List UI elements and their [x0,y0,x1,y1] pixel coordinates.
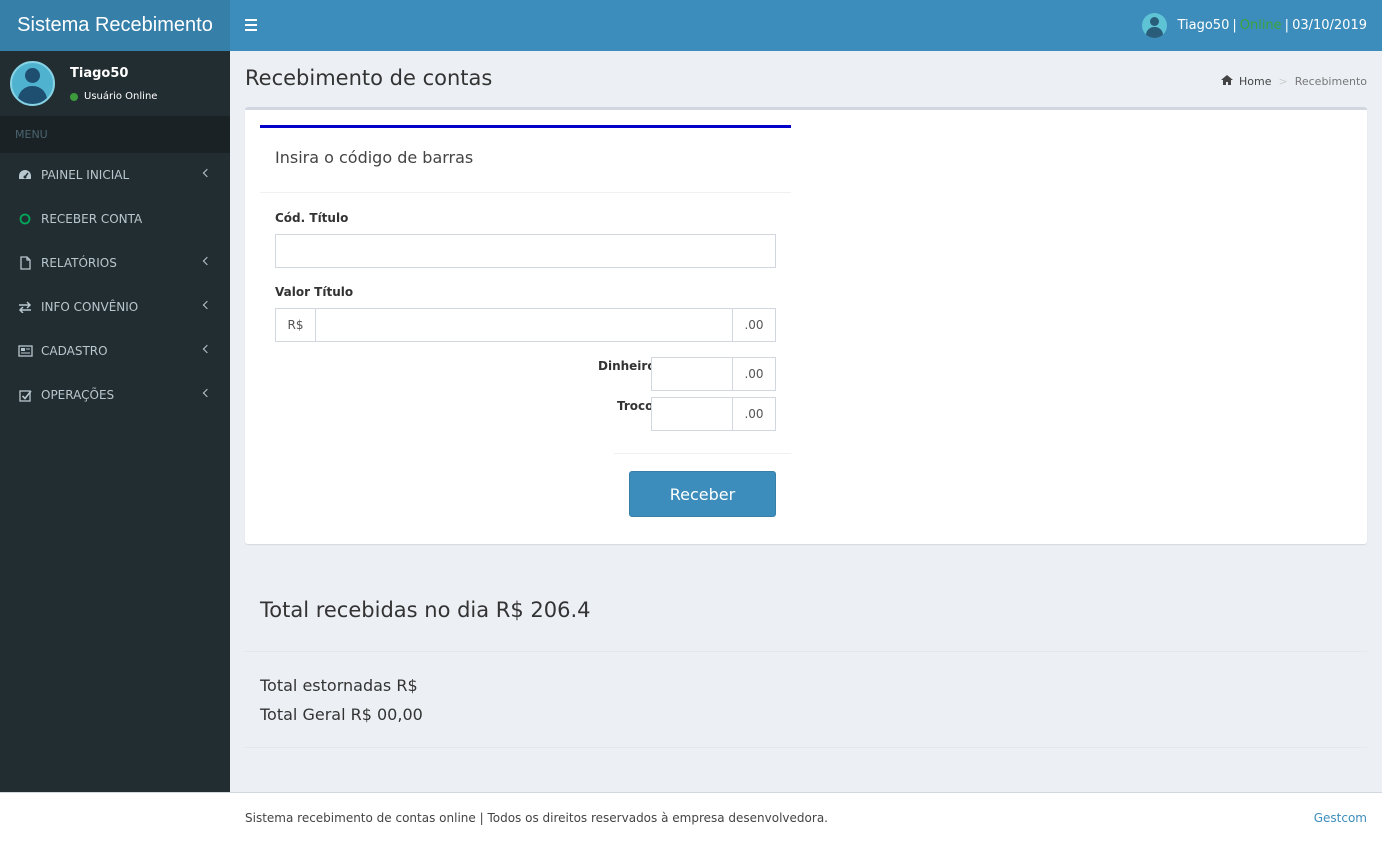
header-date: 03/10/2019 [1292,18,1367,33]
home-icon [1221,75,1234,88]
total-geral: Total Geral R$ 00,00 [260,705,423,724]
troco-input[interactable] [651,397,733,431]
page-title: Recebimento de contas [245,66,493,90]
valor-titulo-label: Valor Título [275,285,354,299]
sidebar-user-name: Tiago50 [70,66,129,81]
troco-cents-addon: .00 [732,397,776,431]
breadcrumb-separator: > [1278,75,1288,88]
footer-gestcom-link[interactable]: Gestcom [1314,811,1367,825]
header-online-status: Online [1239,18,1282,33]
breadcrumb: Home > Recebimento [1221,75,1367,88]
sidebar-item-label: PAINEL INICIAL [41,168,130,182]
menu-header: MENU [0,116,230,153]
sidebar-item-painel-inicial[interactable]: PAINEL INICIAL [0,153,230,197]
user-avatar [10,61,55,106]
sidebar: Tiago50 Usuário Online MENU PAINEL INICI… [0,51,230,792]
cents-addon: .00 [732,308,776,342]
sidebar-item-label: OPERAÇÕES [41,388,115,402]
form-divider [614,453,791,454]
sidebar-item-relatorios[interactable]: RELATÓRIOS [0,241,230,285]
sidebar-item-receber-conta[interactable]: RECEBER CONTA [0,197,230,241]
troco-label: Troco [617,399,654,413]
header-user-name: Tiago50 [1177,18,1230,33]
barcode-form: Insira o código de barras Cód. Título Va… [260,125,791,517]
footer-text: Sistema recebimento de contas online | T… [245,811,828,825]
breadcrumb-current: Recebimento [1294,75,1367,88]
avatar [1142,13,1168,38]
dinheiro-input[interactable] [651,357,733,391]
form-box: Insira o código de barras Cód. Título Va… [245,107,1367,544]
breadcrumb-home-link[interactable]: Home [1239,75,1271,88]
sidebar-item-label: RELATÓRIOS [41,256,117,270]
dashboard-icon [17,167,33,183]
header-separator: | [1284,18,1290,33]
sidebar-item-label: INFO CONVÊNIO [41,300,139,314]
footer-text-right: Todos os direitos reservados à empresa d… [487,811,828,825]
currency-addon: R$ [275,308,316,342]
cod-titulo-label: Cód. Título [275,211,349,225]
totals-divider [245,747,1367,748]
footer-text-left: Sistema recebimento de contas online [245,811,476,825]
form-heading: Insira o código de barras [260,128,791,193]
user-menu[interactable]: Tiago50 | Online | 03/10/2019 [1142,0,1367,51]
top-navbar: Sistema Recebimento Tiago50 | Online | 0… [0,0,1382,51]
exchange-icon [17,299,33,315]
file-icon [17,255,33,271]
totals-divider [245,651,1367,652]
circle-icon [17,211,33,227]
sidebar-user-status-text: Usuário Online [84,91,158,102]
sidebar-user-status: Usuário Online [70,91,157,102]
receber-button[interactable]: Receber [629,471,776,517]
sidebar-item-operacoes[interactable]: OPERAÇÕES [0,373,230,417]
check-square-icon [17,387,33,403]
total-recebidas-dia: Total recebidas no dia R$ 206.4 [260,598,591,622]
footer-separator: | [479,811,484,825]
dinheiro-cents-addon: .00 [732,357,776,391]
footer: Sistema recebimento de contas online | T… [0,792,1382,844]
total-estornadas: Total estornadas R$ [260,676,418,695]
sidebar-item-label: CADASTRO [41,344,108,358]
app-logo[interactable]: Sistema Recebimento [0,0,230,51]
sidebar-item-label: RECEBER CONTA [41,212,143,226]
header-separator: | [1232,18,1237,33]
cod-titulo-input[interactable] [275,234,776,268]
user-panel: Tiago50 Usuário Online [0,51,230,116]
dinheiro-label: Dinheiro [598,359,656,373]
sidebar-toggle-icon[interactable] [245,19,257,31]
online-dot-icon [70,92,78,101]
valor-titulo-input[interactable] [315,308,733,342]
sidebar-item-info-convenio[interactable]: INFO CONVÊNIO [0,285,230,329]
sidebar-item-cadastro[interactable]: CADASTRO [0,329,230,373]
newspaper-icon [17,343,33,359]
